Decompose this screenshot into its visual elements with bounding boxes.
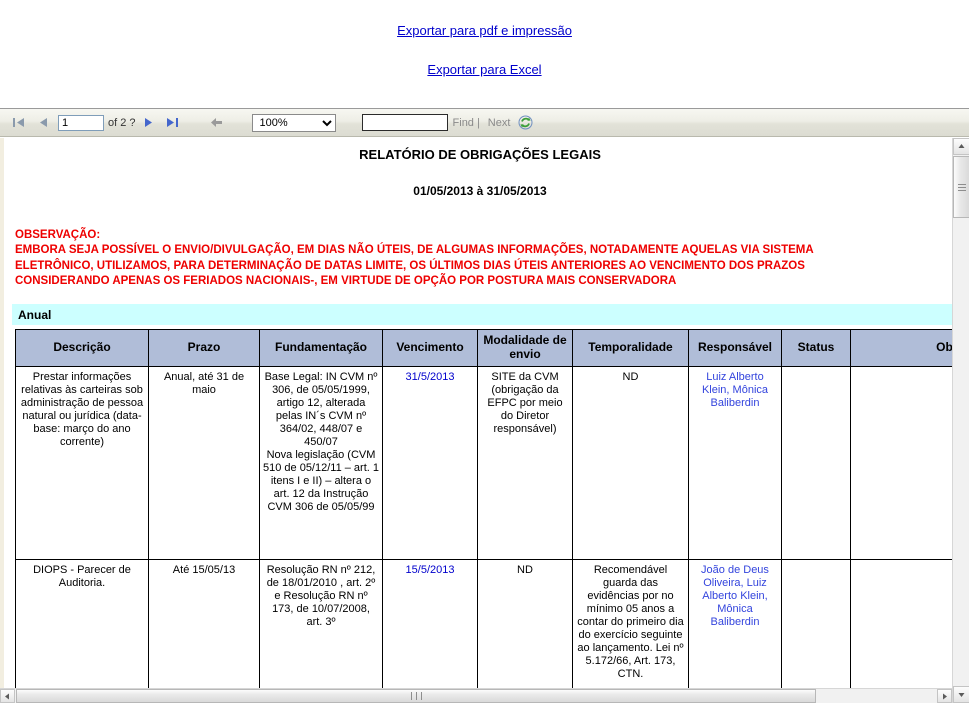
cell-text: Anual, até 31 de maio (163, 371, 245, 397)
vertical-scroll-thumb[interactable] (953, 156, 969, 218)
cell-text: ND (622, 371, 639, 384)
column-header-modalidade[interactable]: Modalidade de envio (477, 329, 573, 368)
group-band-anual: Anual (12, 304, 952, 326)
report-page: RELATÓRIO DE OBRIGAÇÕES LEGAIS 01/05/201… (0, 138, 952, 703)
cell-vencimento[interactable]: 31/5/2013 (382, 366, 478, 561)
column-header-observacao[interactable]: Observação (850, 329, 952, 368)
find-button[interactable]: Find (448, 117, 474, 129)
cell-fundamentacao: Base Legal: IN CVM nº 306, de 05/05/1999… (259, 366, 383, 561)
page-total-label: of 2 ? (108, 116, 136, 129)
table-row[interactable]: DIOPS - Parecer de Auditoria. Até 15/05/… (15, 559, 952, 703)
find-input[interactable] (361, 114, 448, 131)
cell-vencimento[interactable]: 15/5/2013 (382, 559, 478, 703)
export-pdf-link[interactable]: Exportar para pdf e impressão (397, 23, 572, 38)
scroll-grip-icon (957, 182, 966, 193)
observation-line-3: CONSIDERANDO APENAS OS FERIADOS NACIONAI… (15, 274, 677, 287)
scroll-left-arrow-icon[interactable] (0, 689, 15, 703)
cell-responsavel[interactable]: Luiz Alberto Klein, Mônica Baliberdin (688, 366, 782, 561)
scroll-grip-icon (409, 692, 424, 700)
scroll-up-arrow-icon[interactable] (953, 138, 969, 155)
cell-text: Prestar informações relativas às carteir… (20, 371, 144, 448)
column-header-temporalidade[interactable]: Temporalidade (572, 329, 689, 368)
cell-fundamentacao: Resolução RN nº 212, de 18/01/2010 , art… (259, 559, 383, 703)
last-page-icon[interactable] (164, 114, 182, 132)
cell-temporalidade: Recomendável guarda das evidências por n… (572, 559, 689, 703)
cell-text: ND (517, 564, 533, 577)
vertical-scrollbar[interactable] (952, 138, 969, 703)
column-header-fundamentacao[interactable]: Fundamentação (259, 329, 383, 368)
horizontal-scroll-thumb[interactable] (16, 689, 816, 703)
cell-text: 31/5/2013 (405, 371, 455, 384)
cell-text: Até 15/05/13 (172, 564, 236, 577)
export-pdf-row: Exportar para pdf e impressão (0, 22, 969, 40)
cell-text: SITE da CVM (obrigação da EFPC por meio … (487, 371, 563, 435)
next-page-icon[interactable] (140, 114, 158, 132)
report-toolbar: of 2 ? 100% Find | Next (0, 109, 969, 137)
column-header-descricao[interactable]: Descrição (15, 329, 149, 368)
cell-text: Recomendável guarda das evidências por n… (577, 564, 684, 680)
cell-text: DIOPS - Parecer de Auditoria. (33, 564, 131, 590)
cell-text: Base Legal: IN CVM nº 306, de 05/05/1999… (263, 371, 379, 513)
export-excel-link[interactable]: Exportar para Excel (427, 62, 541, 77)
cell-text: Luiz Alberto Klein, Mônica Baliberdin (701, 371, 769, 410)
previous-page-icon[interactable] (34, 114, 52, 132)
export-excel-row: Exportar para Excel (0, 61, 969, 79)
cell-text: Resolução RN nº 212, de 18/01/2010 , art… (266, 564, 376, 628)
cell-prazo: Até 15/05/13 (148, 559, 260, 703)
cell-text: 15/5/2013 (405, 564, 455, 577)
column-header-vencimento[interactable]: Vencimento (382, 329, 478, 368)
report-scroll-area: RELATÓRIO DE OBRIGAÇÕES LEGAIS 01/05/201… (0, 138, 969, 703)
cell-observacao (850, 366, 952, 561)
back-arrow-icon[interactable] (208, 114, 226, 132)
table-header-row: Descrição Prazo Fundamentação Vencimento… (15, 329, 952, 368)
report-viewer: of 2 ? 100% Find | Next (0, 108, 969, 703)
cell-modalidade: ND (477, 559, 573, 703)
cell-modalidade: SITE da CVM (obrigação da EFPC por meio … (477, 366, 573, 561)
cell-observacao (850, 559, 952, 703)
page-number-input[interactable] (58, 114, 104, 131)
zoom-select[interactable]: 100% (251, 113, 336, 132)
obligations-table: Descrição Prazo Fundamentação Vencimento… (15, 329, 952, 703)
column-header-responsavel[interactable]: Responsável (688, 329, 782, 368)
scroll-down-arrow-icon[interactable] (953, 686, 969, 703)
cell-prazo: Anual, até 31 de maio (148, 366, 260, 561)
observation-block: OBSERVAÇÃO: EMBORA SEJA POSSÍVEL O ENVIO… (15, 228, 952, 289)
cell-responsavel[interactable]: João de Deus Oliveira, Luiz Alberto Klei… (688, 559, 782, 703)
report-title: RELATÓRIO DE OBRIGAÇÕES LEGAIS (359, 147, 601, 162)
refresh-icon[interactable] (516, 114, 534, 132)
report-period: 01/05/2013 à 31/05/2013 (413, 184, 547, 198)
scroll-right-arrow-icon[interactable] (937, 689, 952, 703)
group-band-label: Anual (18, 307, 52, 322)
table-row[interactable]: Prestar informações relativas às carteir… (15, 366, 952, 561)
first-page-icon[interactable] (10, 114, 28, 132)
cell-text: João de Deus Oliveira, Luiz Alberto Klei… (701, 564, 769, 628)
export-links-area: Exportar para pdf e impressão Exportar p… (0, 0, 969, 79)
column-header-prazo[interactable]: Prazo (148, 329, 260, 368)
cell-status (781, 559, 851, 703)
horizontal-scrollbar[interactable] (0, 688, 952, 703)
find-separator: | (476, 116, 480, 129)
cell-descricao: DIOPS - Parecer de Auditoria. (15, 559, 149, 703)
observation-line-1: EMBORA SEJA POSSÍVEL O ENVIO/DIVULGAÇÃO,… (15, 244, 814, 257)
report-content: RELATÓRIO DE OBRIGAÇÕES LEGAIS 01/05/201… (4, 147, 952, 703)
column-header-status[interactable]: Status (781, 329, 851, 368)
cell-temporalidade: ND (572, 366, 689, 561)
cell-status (781, 366, 851, 561)
observation-heading: OBSERVAÇÃO: (15, 229, 101, 241)
find-next-button[interactable]: Next (483, 117, 511, 129)
cell-descricao: Prestar informações relativas às carteir… (15, 366, 149, 561)
observation-line-2: ELETRÔNICO, UTILIZAMOS, PARA DETERMINAÇÃ… (15, 259, 805, 272)
